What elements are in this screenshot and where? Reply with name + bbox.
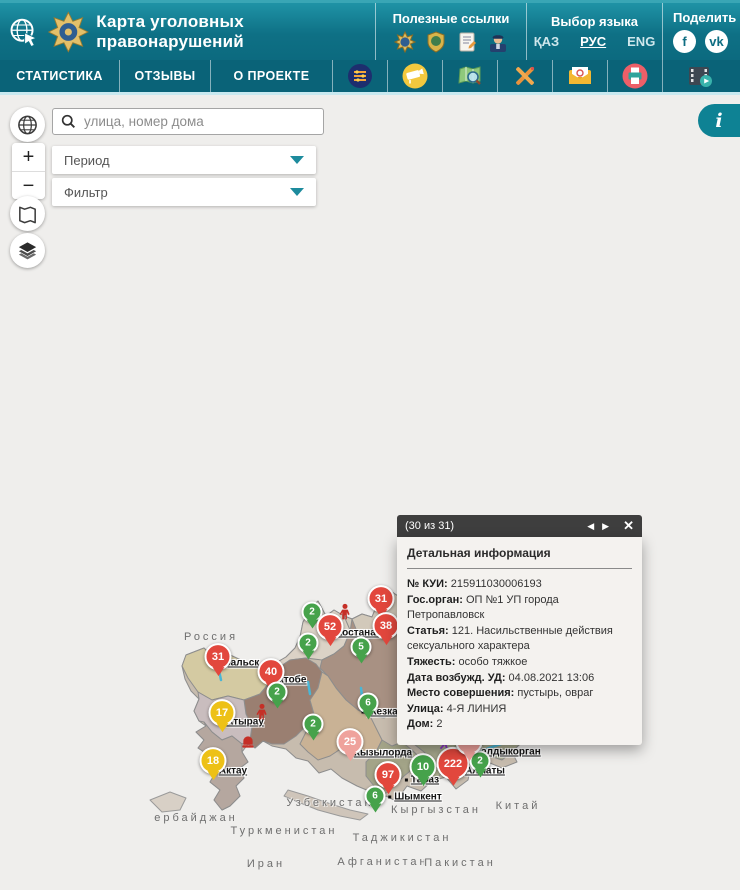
map-marker[interactable]: 38 [373, 612, 400, 639]
crime-person-icon [256, 704, 269, 721]
map-marker[interactable]: 31 [205, 643, 232, 670]
map-marker[interactable]: 2 [298, 632, 319, 653]
country-label: ербайджан [154, 812, 238, 824]
period-dropdown[interactable]: Период [52, 146, 316, 174]
popup-counter: (30 из 31) [405, 520, 583, 532]
search-box [52, 108, 324, 135]
popup-field: Дата возбужд. УД: 04.08.2021 13:06 [407, 671, 632, 687]
country-label: Пакистан [424, 857, 496, 869]
map-marker[interactable]: 97 [375, 761, 402, 788]
search-icon [61, 114, 76, 129]
map-marker[interactable]: 31 [368, 585, 395, 612]
close-icon[interactable]: ✕ [623, 518, 634, 534]
map-marker[interactable]: 6 [358, 692, 379, 713]
popup-field: Улица: 4-Я ЛИНИЯ [407, 702, 632, 718]
country-label: Китай [496, 800, 541, 812]
next-record-button[interactable]: ▶ [602, 521, 609, 532]
country-label: Узбекистан [286, 797, 373, 809]
popup-body: Детальная информация № КУИ: 215911030006… [397, 537, 642, 745]
country-label: Туркменистан [231, 825, 338, 837]
globe-icon [16, 113, 39, 137]
map-marker[interactable]: 25 [337, 728, 364, 755]
country-label: Таджикистан [353, 832, 452, 844]
detail-popup: (30 из 31) ◀ ▶ ✕ Детальная информация № … [397, 515, 642, 745]
zoom-out-button[interactable]: − [12, 171, 45, 199]
info-button[interactable]: i [698, 104, 740, 137]
chevron-down-icon [290, 188, 304, 196]
popup-field: Статья: 121. Насильственные действия сек… [407, 624, 632, 655]
map-marker[interactable]: 10 [410, 753, 437, 780]
chevron-down-icon [290, 156, 304, 164]
crime-alarm-icon [242, 736, 255, 749]
map-marker[interactable]: 52 [317, 613, 344, 640]
prev-record-button[interactable]: ◀ [587, 521, 594, 532]
layers-button[interactable] [10, 233, 45, 268]
country-label: Россия [184, 631, 238, 643]
city-label[interactable]: Шымкент [388, 792, 442, 803]
layers-icon [16, 239, 39, 263]
map-marker[interactable]: 6 [365, 785, 386, 806]
map-marker[interactable]: 17 [209, 699, 236, 726]
popup-header: (30 из 31) ◀ ▶ ✕ [397, 515, 642, 537]
zoom-in-button[interactable]: + [12, 143, 45, 171]
country-label: Афганистан [337, 856, 428, 868]
country-label: Иран [247, 858, 285, 870]
folded-map-icon [16, 202, 39, 226]
map-view-button[interactable] [10, 196, 45, 231]
zoom-controls: + − [12, 143, 45, 199]
country-label: Кыргызстан [391, 804, 481, 816]
map-marker[interactable]: 5 [351, 636, 372, 657]
search-input[interactable] [82, 113, 323, 130]
popup-field: № КУИ: 215911030006193 [407, 577, 632, 593]
globe-layer-button[interactable] [10, 107, 45, 142]
period-label: Период [64, 153, 110, 168]
popup-field: Место совершения: пустырь, овраг [407, 686, 632, 702]
map-marker[interactable]: 2 [267, 681, 288, 702]
popup-fields: № КУИ: 215911030006193Гос.орган: ОП №1 У… [407, 577, 632, 733]
filter-dropdown[interactable]: Фильтр [52, 178, 316, 206]
filter-label: Фильтр [64, 185, 108, 200]
popup-field: Тяжесть: особо тяжкое [407, 655, 632, 671]
map-marker[interactable]: 18 [200, 747, 227, 774]
map-marker[interactable]: 2 [303, 713, 324, 734]
popup-field: Гос.орган: ОП №1 УП города Петропавловск [407, 593, 632, 624]
popup-field: Дом: 2 [407, 717, 632, 733]
popup-title: Детальная информация [407, 546, 632, 569]
